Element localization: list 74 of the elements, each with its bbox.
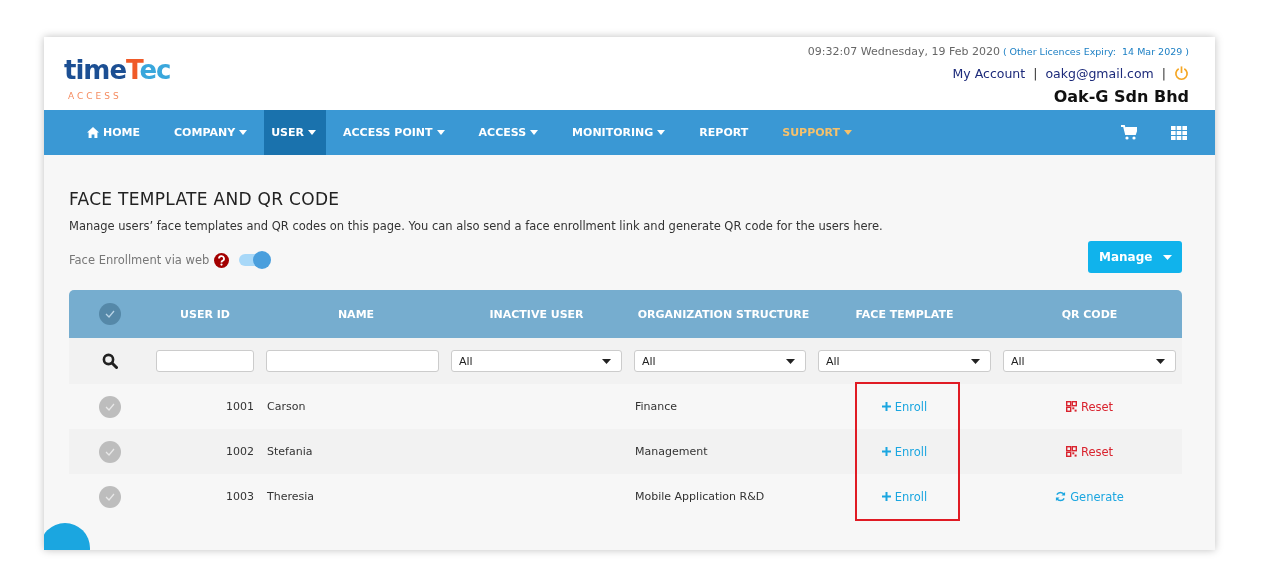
filter-select[interactable]: All <box>1003 350 1176 372</box>
user-name: Theresia <box>267 490 315 503</box>
caret-icon <box>436 130 445 135</box>
user-name: Stefania <box>267 445 313 458</box>
caret-icon <box>786 358 795 364</box>
organization: Finance <box>635 400 678 413</box>
reset-link[interactable]: Reset <box>1065 444 1114 459</box>
nav-item[interactable]: COMPANY <box>157 110 265 155</box>
user-id: 1003 <box>226 490 254 503</box>
column-header[interactable]: USER ID <box>150 290 260 338</box>
caret-icon <box>971 358 980 364</box>
organization: Mobile Application R&D <box>635 490 765 503</box>
email-link[interactable]: oakg@gmail.com <box>1045 65 1154 81</box>
column-header[interactable]: INACTIVE USER <box>445 290 628 338</box>
qr-code-icon <box>1065 446 1077 457</box>
filter-field[interactable] <box>266 350 439 372</box>
refresh-icon <box>1055 491 1067 502</box>
page-title: FACE TEMPLATE AND QR CODE <box>69 189 341 209</box>
separator: | <box>1033 65 1038 81</box>
column-header[interactable]: ORGANIZATION STRUCTURE <box>628 290 812 338</box>
nav-item[interactable]: REPORT <box>682 110 766 155</box>
caret-icon <box>1156 358 1165 364</box>
row-checkbox[interactable] <box>98 440 121 463</box>
caret-icon <box>308 130 316 135</box>
toggle-switch[interactable] <box>239 254 270 266</box>
enroll-link[interactable]: Enroll <box>881 399 928 414</box>
user-id: 1001 <box>226 400 254 413</box>
nav-item[interactable]: HOME <box>70 110 158 155</box>
row-checkbox[interactable] <box>98 395 121 418</box>
column-header[interactable]: NAME <box>260 290 445 338</box>
enroll-link[interactable]: Enroll <box>881 489 928 504</box>
reset-link[interactable]: Reset <box>1065 399 1114 414</box>
filter-select[interactable]: All <box>451 350 622 372</box>
date-time: 09:32:07 Wednesday, 19 Feb 2020 <box>807 45 1000 58</box>
nav-item[interactable]: USER <box>264 110 326 155</box>
user-name: Carson <box>267 400 306 413</box>
caret-icon <box>239 130 248 135</box>
page-description: Manage users’ face templates and QR codes on this page. You can also send a face enrollment link and generate QR code for the users here. <box>69 219 884 233</box>
generate-link[interactable]: Generate <box>1055 489 1124 504</box>
nav-item[interactable]: MONITORING <box>555 110 683 155</box>
user-id: 1002 <box>226 445 254 458</box>
caret-icon <box>657 130 666 135</box>
power-icon[interactable] <box>1174 65 1189 81</box>
licence-expiry: ( Other Licences Expiry: 14 Mar 2029 ) <box>1002 46 1189 57</box>
row-checkbox[interactable] <box>98 485 121 508</box>
plus-icon <box>881 492 891 501</box>
plus-icon <box>881 447 891 456</box>
select-all-checkbox[interactable] <box>98 303 121 325</box>
nav-item[interactable]: ACCESS POINT <box>326 110 462 155</box>
enroll-link[interactable]: Enroll <box>881 444 928 459</box>
column-header[interactable]: QR CODE <box>997 290 1182 338</box>
caret-icon <box>602 358 611 364</box>
my-account-link[interactable]: My Account <box>952 65 1026 81</box>
apps-grid-icon[interactable] <box>1171 125 1187 140</box>
nav-item[interactable]: SUPPORT <box>765 110 870 155</box>
cart-icon[interactable] <box>1121 125 1137 140</box>
toggle-label: Face Enrollment via web <box>69 253 210 267</box>
filter-select[interactable]: All <box>818 350 991 372</box>
caret-icon <box>1163 254 1172 260</box>
column-header[interactable]: FACE TEMPLATE <box>812 290 997 338</box>
help-icon[interactable] <box>214 252 230 268</box>
separator: | <box>1161 65 1166 81</box>
manage-button[interactable]: Manage <box>1088 241 1182 273</box>
qr-code-icon <box>1065 401 1077 412</box>
organization: Management <box>635 445 708 458</box>
search-icon[interactable] <box>101 353 118 369</box>
plus-icon <box>881 402 891 411</box>
home-icon <box>87 127 99 138</box>
nav-item[interactable]: ACCESS <box>461 110 556 155</box>
caret-icon <box>844 130 853 135</box>
filter-field[interactable] <box>156 350 254 372</box>
caret-icon <box>530 130 539 135</box>
filter-select[interactable]: All <box>634 350 806 372</box>
company-name: Oak-G Sdn Bhd <box>1053 87 1189 106</box>
